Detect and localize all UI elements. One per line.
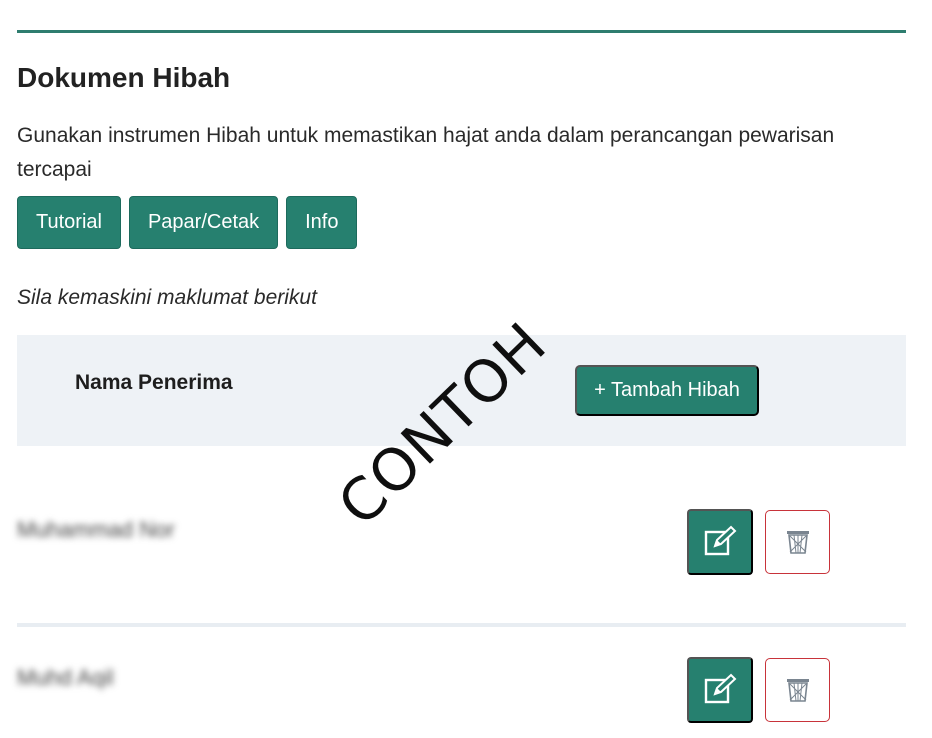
edit-icon: [704, 525, 737, 556]
action-toolbar: Tutorial Papar/Cetak Info: [17, 196, 358, 249]
table-row: Muhd Aqil: [17, 655, 906, 730]
page-description: Gunakan instrumen Hibah untuk memastikan…: [17, 124, 835, 181]
delete-button[interactable]: [765, 658, 830, 722]
recipient-column-title: Nama Penerima: [75, 371, 233, 394]
edit-button[interactable]: [687, 509, 753, 575]
row-divider: [17, 623, 906, 627]
print-button[interactable]: Papar/Cetak: [128, 196, 279, 249]
recipient-name: Muhammad Nor: [17, 517, 175, 542]
trash-icon: [786, 531, 809, 554]
update-hint: Sila kemaskini maklumat berikut: [17, 286, 317, 309]
edit-icon: [704, 673, 737, 704]
table-row: Muhammad Nor: [17, 507, 906, 582]
add-hibah-button[interactable]: + Tambah Hibah: [575, 365, 759, 416]
info-button[interactable]: Info: [286, 196, 358, 249]
recipient-name: Muhd Aqil: [17, 665, 114, 690]
tutorial-button[interactable]: Tutorial: [17, 196, 121, 249]
top-divider: [17, 30, 906, 33]
edit-button[interactable]: [687, 657, 753, 723]
page-title: Dokumen Hibah: [17, 62, 231, 93]
delete-button[interactable]: [765, 510, 830, 574]
trash-icon: [786, 679, 809, 702]
